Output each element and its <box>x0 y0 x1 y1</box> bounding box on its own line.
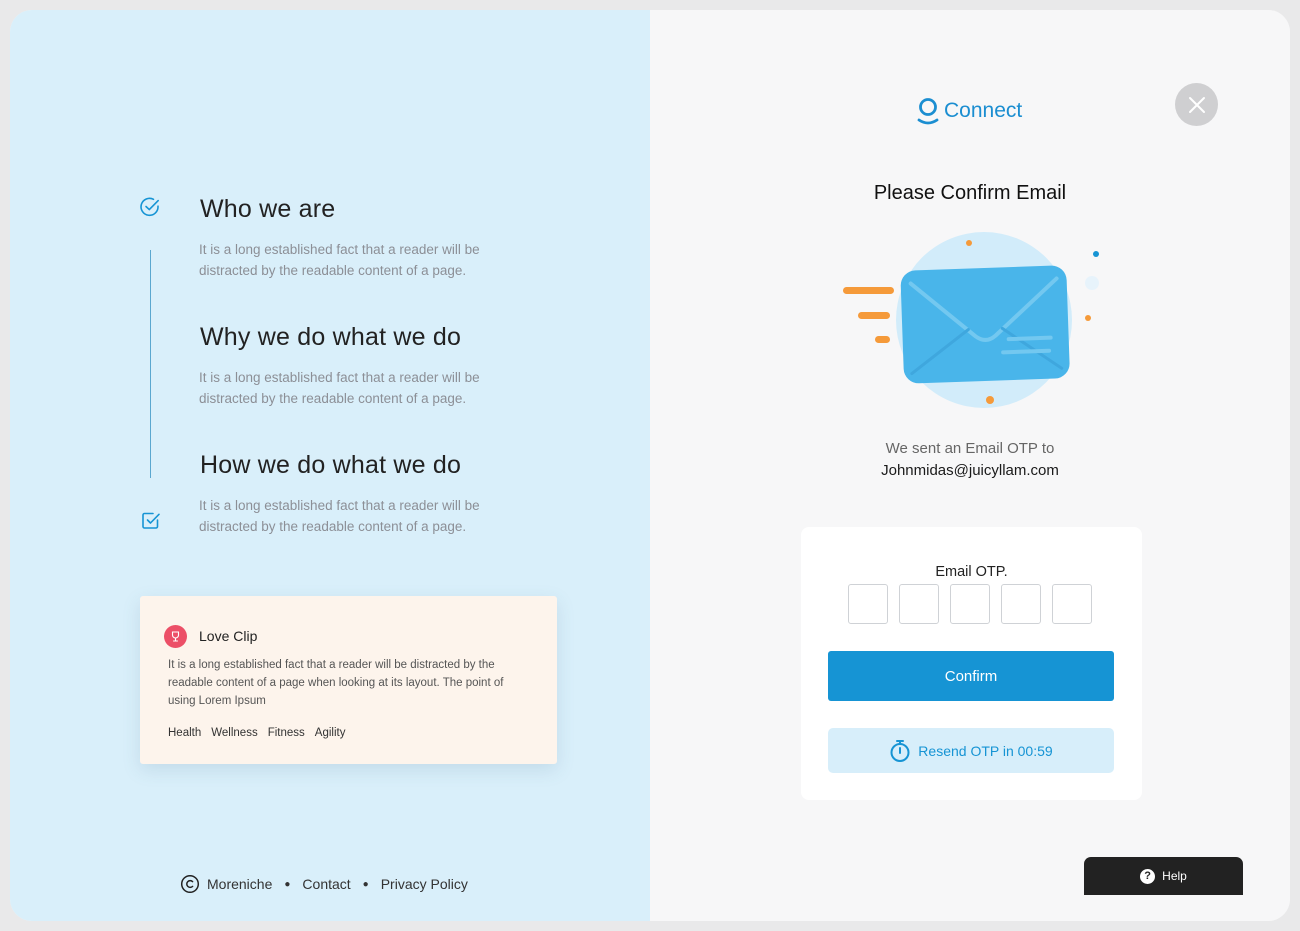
section-text-who: It is a long established fact that a rea… <box>199 242 480 278</box>
section-text-why: It is a long established fact that a rea… <box>199 370 480 406</box>
otp-digit-4[interactable] <box>1001 584 1041 624</box>
otp-card: Email OTP. Confirm Resend OTP in 00:59 <box>801 527 1142 800</box>
email-address: Johnmidas@juicyllam.com <box>881 462 1059 479</box>
section-title-who: Who we are <box>200 195 336 223</box>
page-title: Please Confirm Email <box>873 182 1067 204</box>
otp-label: Email OTP. <box>935 564 1008 580</box>
footer-separator: ● <box>284 878 291 890</box>
tag-wellness[interactable]: Wellness <box>211 727 257 739</box>
tag-list: Health Wellness Fitness Agility <box>168 727 345 739</box>
help-icon: ? <box>1140 868 1156 884</box>
logo: Connect <box>916 96 1022 126</box>
check-square-icon <box>142 512 160 529</box>
confirm-button[interactable]: Confirm <box>828 651 1114 701</box>
footer-separator: ● <box>362 878 369 890</box>
footer-brand: Moreniche <box>207 876 273 892</box>
copyright-icon <box>180 874 200 894</box>
timer-icon <box>890 739 910 762</box>
love-clip-title: Love Clip <box>199 628 258 644</box>
section-text-how: It is a long established fact that a rea… <box>199 498 480 534</box>
love-clip-badge-icon <box>164 625 187 648</box>
otp-digit-1[interactable] <box>848 584 888 624</box>
love-clip-card: Love Clip It is a long established fact … <box>140 596 557 764</box>
info-panel: Who we are It is a long established fact… <box>10 10 650 921</box>
section-title-how: How we do what we do <box>200 451 462 479</box>
tag-fitness[interactable]: Fitness <box>268 727 305 739</box>
envelope-illustration <box>843 232 1099 408</box>
sent-message: We sent an Email OTP to <box>885 440 1055 457</box>
resend-otp-label: Resend OTP in 00:59 <box>918 742 1053 759</box>
otp-digit-3[interactable] <box>950 584 990 624</box>
section-title-why: Why we do what we do <box>200 323 462 351</box>
check-circle-icon <box>140 197 159 217</box>
timeline-line <box>150 250 151 478</box>
love-clip-text: It is a long established fact that a rea… <box>168 659 504 707</box>
help-label: Help <box>1162 869 1187 883</box>
footer-link-contact[interactable]: Contact <box>302 876 350 892</box>
app-window: Who we are It is a long established fact… <box>10 10 1290 921</box>
help-button[interactable]: ? Help <box>1084 857 1243 895</box>
tag-health[interactable]: Health <box>168 727 201 739</box>
confirm-button-label: Confirm <box>944 667 998 685</box>
connect-logo-icon <box>917 98 939 125</box>
otp-digit-2[interactable] <box>899 584 939 624</box>
footer: Moreniche ● Contact ● Privacy Policy <box>180 874 468 894</box>
resend-otp-button[interactable]: Resend OTP in 00:59 <box>828 728 1114 773</box>
close-button[interactable] <box>1175 83 1218 126</box>
footer-link-privacy[interactable]: Privacy Policy <box>381 876 468 892</box>
logo-text: Connect <box>944 99 1023 122</box>
close-icon <box>1188 96 1205 113</box>
confirm-panel: Connect Please Confirm Email We sent an … <box>650 10 1290 921</box>
otp-digit-5[interactable] <box>1052 584 1092 624</box>
tag-agility[interactable]: Agility <box>315 727 346 739</box>
otp-inputs <box>848 584 1092 624</box>
